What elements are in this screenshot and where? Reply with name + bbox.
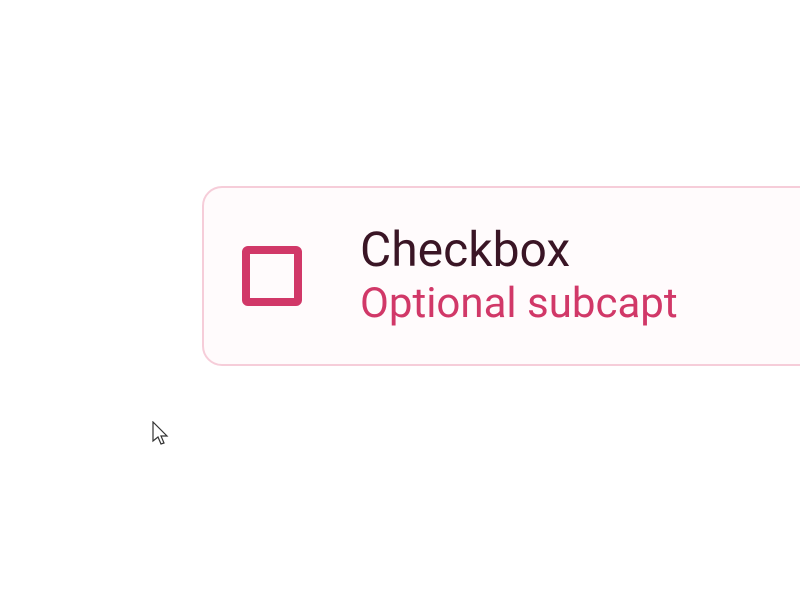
checkbox-input[interactable]	[242, 246, 302, 306]
cursor-icon	[152, 421, 170, 447]
checkbox-title: Checkbox	[360, 222, 678, 277]
checkbox-labels: Checkbox Optional subcapt	[360, 222, 678, 330]
checkbox-card[interactable]: Checkbox Optional subcapt	[202, 186, 800, 366]
checkbox-subcaption: Optional subcapt	[360, 279, 678, 329]
